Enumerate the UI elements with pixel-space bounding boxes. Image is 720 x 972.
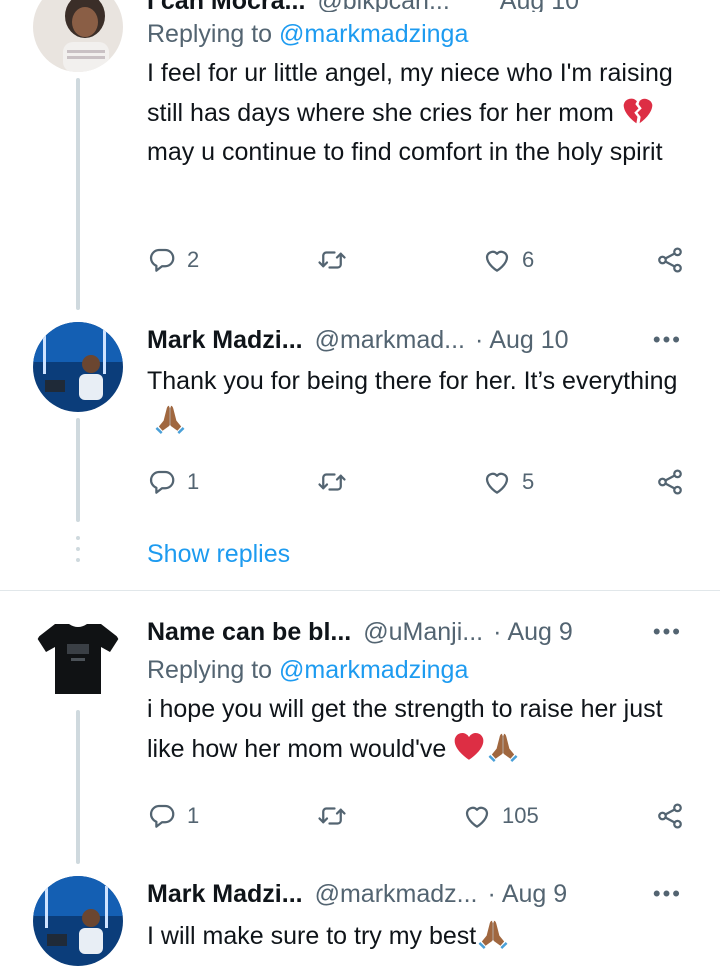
tweet-1[interactable]: I can Mocra... @bikpcan... Aug 10 Replyi… xyxy=(0,0,720,310)
share-button[interactable] xyxy=(655,796,685,836)
divider xyxy=(0,590,720,591)
tweet-text-part: may u continue to find comfort in the ho… xyxy=(147,138,663,166)
separator-dot: · xyxy=(487,879,496,908)
heart-icon xyxy=(462,801,492,831)
tweet-date[interactable]: Aug 10 xyxy=(489,326,568,355)
retweet-button[interactable] xyxy=(317,240,347,280)
tweet-2[interactable]: Mark Madzi... @markmad... · Aug 10 ••• T… xyxy=(0,322,720,522)
reply-button[interactable]: 2 xyxy=(147,240,199,280)
share-icon xyxy=(655,467,685,497)
reply-count: 1 xyxy=(187,469,200,494)
more-options-icon[interactable]: ••• xyxy=(653,876,682,912)
folded-hands-emoji xyxy=(476,916,510,950)
tweet-text-part: I will make sure to try my best xyxy=(147,922,477,950)
reply-button[interactable]: 1 xyxy=(147,462,199,502)
author-name[interactable]: Name can be bl... xyxy=(147,618,351,647)
more-options-icon[interactable]: ••• xyxy=(653,614,682,650)
tweet-actions: 1 105 xyxy=(147,796,692,836)
tweet-header: Mark Madzi... @markmadz... · Aug 9 ••• xyxy=(147,876,696,912)
tweet-header: Name can be bl... @uManji... · Aug 9 ••• xyxy=(147,614,696,650)
author-handle[interactable]: @uManji... xyxy=(363,618,483,647)
tweet-header: Mark Madzi... @markmad... · Aug 10 ••• xyxy=(147,322,696,358)
author-handle[interactable]: @markmadz... xyxy=(315,880,478,909)
share-button[interactable] xyxy=(655,240,685,280)
reply-count: 2 xyxy=(187,247,200,272)
separator-dot: · xyxy=(475,325,484,354)
tweet-actions: 2 6 xyxy=(147,240,692,280)
thread-rail xyxy=(76,78,80,310)
share-button[interactable] xyxy=(655,462,685,502)
folded-hands-emoji xyxy=(153,401,187,435)
retweet-button[interactable] xyxy=(317,796,347,836)
more-options-icon[interactable]: ••• xyxy=(653,322,682,358)
thread-rail xyxy=(76,418,80,522)
reply-thread: I can Mocra... @bikpcan... Aug 10 Replyi… xyxy=(0,0,720,972)
avatar[interactable] xyxy=(33,322,123,412)
heart-icon xyxy=(482,245,512,275)
heart-icon xyxy=(482,467,512,497)
tweet-actions: 1 5 xyxy=(147,462,692,502)
replying-handle[interactable]: @markmadzinga xyxy=(279,20,468,48)
tweet-text: Thank you for being there for her. It’s … xyxy=(147,362,696,441)
replying-prefix: Replying to xyxy=(147,656,280,684)
author-name[interactable]: Mark Madzi... xyxy=(147,326,303,355)
share-icon xyxy=(655,801,685,831)
retweet-icon xyxy=(317,467,347,497)
tweet-text-part: i hope you will get the strength to rais… xyxy=(147,695,663,763)
reply-button[interactable]: 1 xyxy=(147,796,199,836)
author-handle[interactable]: @bikpcan... xyxy=(317,0,449,12)
thread-rail xyxy=(76,710,80,864)
reply-icon xyxy=(147,467,177,497)
tweet-header: I can Mocra... @bikpcan... Aug 10 xyxy=(147,0,696,12)
broken-heart-emoji xyxy=(621,93,655,127)
reply-icon xyxy=(147,801,177,831)
replying-to: Replying to @markmadzinga xyxy=(147,650,696,690)
tweet-date[interactable]: Aug 10 xyxy=(500,0,579,12)
show-replies-link[interactable]: Show replies xyxy=(147,540,290,569)
reply-count: 1 xyxy=(187,803,200,828)
tweet-date[interactable]: Aug 9 xyxy=(502,880,567,909)
tweet-4[interactable]: Mark Madzi... @markmadz... · Aug 9 ••• I… xyxy=(0,876,720,972)
tweet-3[interactable]: Name can be bl... @uManji... · Aug 9 •••… xyxy=(0,614,720,864)
replying-to: Replying to @markmadzinga xyxy=(147,14,696,54)
folded-hands-emoji xyxy=(486,729,520,763)
avatar[interactable] xyxy=(33,0,123,72)
red-heart-emoji xyxy=(452,729,486,763)
like-count: 105 xyxy=(502,803,539,828)
retweet-button[interactable] xyxy=(317,462,347,502)
tweet-text-part: I feel for ur little angel, my niece who… xyxy=(147,59,673,127)
tweet-text: i hope you will get the strength to rais… xyxy=(147,690,696,769)
like-count: 6 xyxy=(522,247,535,272)
like-button[interactable]: 105 xyxy=(462,796,539,836)
retweet-icon xyxy=(317,801,347,831)
avatar[interactable] xyxy=(33,614,123,704)
like-button[interactable]: 6 xyxy=(482,240,534,280)
tweet-text: I will make sure to try my best xyxy=(147,916,696,956)
like-button[interactable]: 5 xyxy=(482,462,534,502)
replying-handle[interactable]: @markmadzinga xyxy=(279,656,468,684)
thread-dots xyxy=(76,536,80,569)
separator-dot: · xyxy=(493,617,502,646)
replying-prefix: Replying to xyxy=(147,20,280,48)
retweet-icon xyxy=(317,245,347,275)
author-name[interactable]: I can Mocra... xyxy=(147,0,305,12)
author-handle[interactable]: @markmad... xyxy=(315,326,465,355)
like-count: 5 xyxy=(522,469,535,494)
avatar[interactable] xyxy=(33,876,123,966)
tweet-text-part: Thank you for being there for her. It’s … xyxy=(147,367,678,395)
share-icon xyxy=(655,245,685,275)
reply-icon xyxy=(147,245,177,275)
tweet-date[interactable]: Aug 9 xyxy=(507,618,572,647)
tweet-text: I feel for ur little angel, my niece who… xyxy=(147,54,696,172)
author-name[interactable]: Mark Madzi... xyxy=(147,880,303,909)
